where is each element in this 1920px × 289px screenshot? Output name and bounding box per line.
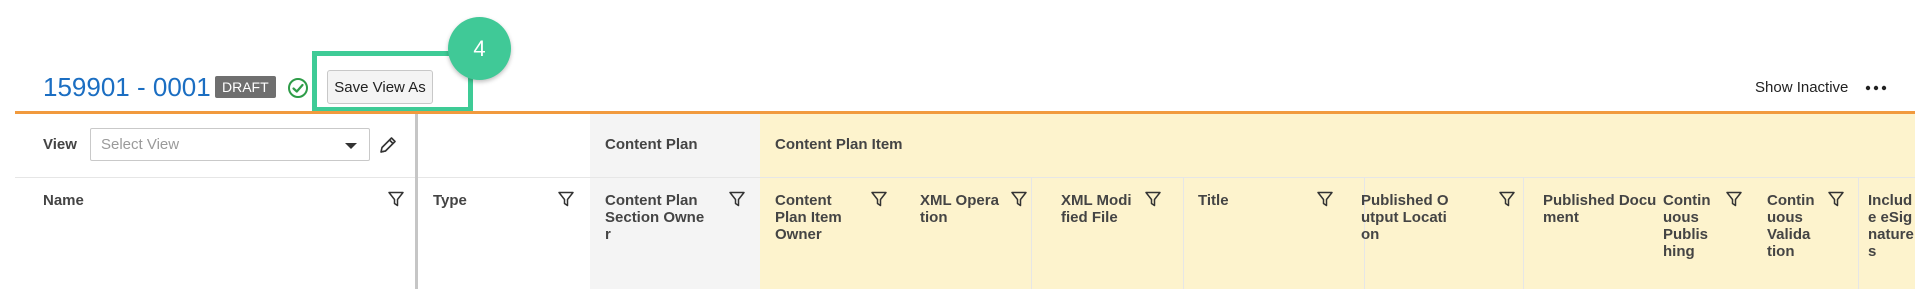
group-label-content-plan-item: Content Plan Item [775,136,903,153]
filter-icon[interactable] [1010,190,1028,208]
filter-icon[interactable] [387,190,405,208]
column-divider[interactable] [1858,177,1859,289]
status-badge: DRAFT [215,76,276,98]
check-circle-icon [288,78,308,98]
filter-icon[interactable] [728,190,746,208]
record-title[interactable]: 159901 - 0001 [43,72,211,103]
frozen-column-divider[interactable] [415,114,418,289]
column-header-title[interactable]: Title [1198,192,1298,209]
save-view-as-button[interactable]: Save View As [327,70,433,104]
filter-icon[interactable] [1725,190,1743,208]
view-select-placeholder: Select View [101,136,180,153]
column-header-published-document[interactable]: Published Document [1543,192,1663,226]
data-grid: View Select View Content Plan Content Pl… [15,114,1915,289]
more-horizontal-icon[interactable] [1862,78,1890,98]
column-header-continuous-validation[interactable]: Continuous Validation [1767,192,1815,260]
column-header-continuous-publishing[interactable]: Continuous Publishing [1663,192,1711,260]
column-divider[interactable] [1183,177,1184,289]
chevron-down-icon [345,143,357,149]
show-inactive-toggle[interactable]: Show Inactive [1755,79,1848,96]
column-header-content-plan-item-owner[interactable]: Content Plan Item Owner [775,192,845,243]
filter-icon[interactable] [1144,190,1162,208]
column-divider[interactable] [1523,177,1524,289]
filter-icon[interactable] [557,190,575,208]
pencil-icon[interactable] [377,134,399,156]
column-header-xml-modified-file[interactable]: XML Modified File [1061,192,1133,226]
step-badge: 4 [448,17,511,80]
header-row-divider [15,177,1915,178]
filter-icon[interactable] [870,190,888,208]
column-header-content-plan-section-owner[interactable]: Content Plan Section Owner [605,192,705,243]
view-select[interactable]: Select View [90,128,370,161]
filter-icon[interactable] [1498,190,1516,208]
column-header-include-esignatures[interactable]: Include eSignatures [1868,192,1914,260]
column-divider[interactable] [1031,177,1032,289]
group-label-content-plan: Content Plan [605,136,698,153]
column-header-xml-operation[interactable]: XML Operation [920,192,1000,226]
column-header-name[interactable]: Name [43,192,243,209]
view-label: View [43,136,77,153]
filter-icon[interactable] [1316,190,1334,208]
column-header-published-output-location[interactable]: Published Output Location [1361,192,1451,243]
column-header-type[interactable]: Type [433,192,543,209]
filter-icon[interactable] [1827,190,1845,208]
